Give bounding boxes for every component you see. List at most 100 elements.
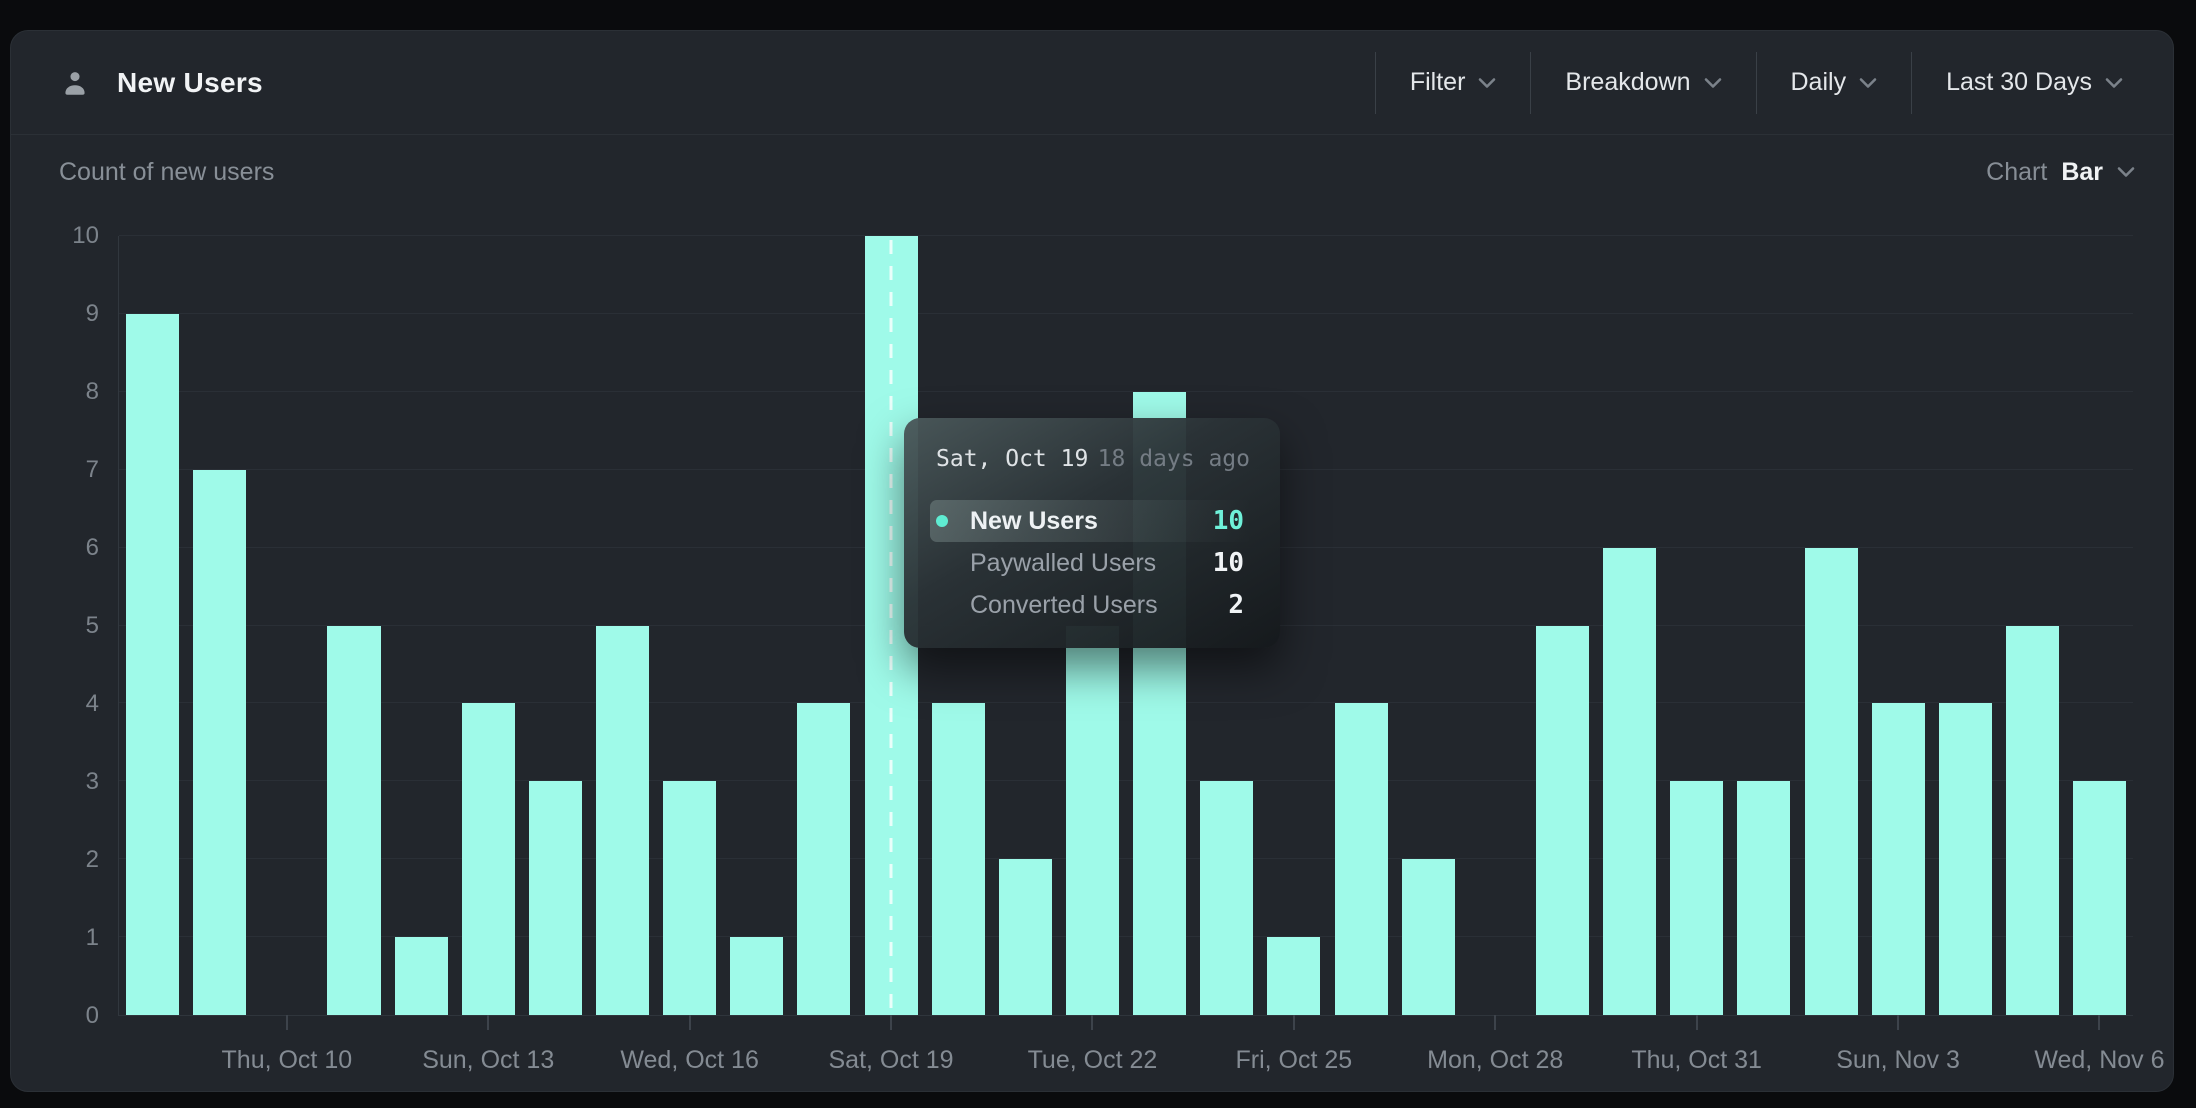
x-tick-mark xyxy=(1091,1015,1093,1030)
y-tick-label: 10 xyxy=(72,222,99,250)
x-tick-mark xyxy=(487,1015,489,1030)
bar-slot xyxy=(1865,236,1932,1015)
x-tick-mark xyxy=(1696,1015,1698,1030)
bar-slot xyxy=(1596,236,1663,1015)
bar-slot xyxy=(1663,236,1730,1015)
bar-oct-29[interactable] xyxy=(1536,626,1589,1016)
bar-nov-4[interactable] xyxy=(1939,703,1992,1015)
y-tick-label: 6 xyxy=(86,534,99,562)
bar-slot xyxy=(2066,236,2133,1015)
x-tick-mark xyxy=(286,1015,288,1030)
bar-slot xyxy=(1932,236,1999,1015)
bar-oct-31[interactable] xyxy=(1670,781,1723,1015)
x-tick-label: Sat, Oct 19 xyxy=(829,1046,954,1075)
granularity-dropdown[interactable]: Daily xyxy=(1757,31,1912,134)
tooltip-row-new-users: New Users 10 xyxy=(930,500,1252,542)
bar-oct-16[interactable] xyxy=(663,781,716,1015)
bar-slot xyxy=(1328,236,1395,1015)
chevron-down-icon xyxy=(1478,77,1496,89)
x-tick-label: Mon, Oct 28 xyxy=(1427,1046,1563,1075)
new-users-widget: New Users Filter Breakdown Daily Last 30… xyxy=(10,30,2174,1092)
chevron-down-icon xyxy=(2105,77,2123,89)
bar-slot xyxy=(320,236,387,1015)
y-tick-label: 9 xyxy=(86,300,99,328)
bar-oct-24[interactable] xyxy=(1200,781,1253,1015)
y-tick-label: 4 xyxy=(86,690,99,718)
bar-slot xyxy=(455,236,522,1015)
bar-oct-11[interactable] xyxy=(327,626,380,1016)
bar-oct-17[interactable] xyxy=(730,937,783,1015)
x-tick-label: Sun, Oct 13 xyxy=(422,1046,554,1075)
y-tick-label: 7 xyxy=(86,456,99,484)
chart-type-dropdown[interactable]: Chart Bar xyxy=(1976,158,2145,187)
date-range-dropdown[interactable]: Last 30 Days xyxy=(1912,31,2133,134)
x-tick-mark xyxy=(1897,1015,1899,1030)
user-icon xyxy=(59,67,91,99)
bar-oct-8[interactable] xyxy=(126,314,179,1015)
header-controls: Filter Breakdown Daily Last 30 Days xyxy=(1375,31,2133,134)
y-tick-label: 8 xyxy=(86,378,99,406)
y-tick-label: 5 xyxy=(86,612,99,640)
bar-oct-27[interactable] xyxy=(1402,859,1455,1015)
metric-label: Count of new users xyxy=(59,158,274,187)
bar-slot xyxy=(1529,236,1596,1015)
bar-oct-18[interactable] xyxy=(797,703,850,1015)
bar-oct-22[interactable] xyxy=(1066,626,1119,1016)
bar-nov-5[interactable] xyxy=(2006,626,2059,1016)
chevron-down-icon xyxy=(2117,166,2135,178)
bar-slot xyxy=(1730,236,1797,1015)
bar-slot xyxy=(589,236,656,1015)
x-tick-mark xyxy=(2098,1015,2100,1030)
bar-slot xyxy=(522,236,589,1015)
filter-dropdown[interactable]: Filter xyxy=(1376,31,1531,134)
widget-title: New Users xyxy=(117,67,263,99)
bar-nov-2[interactable] xyxy=(1805,548,1858,1015)
bar-oct-14[interactable] xyxy=(529,781,582,1015)
bar-slot xyxy=(1798,236,1865,1015)
bar-oct-26[interactable] xyxy=(1335,703,1388,1015)
x-tick-mark xyxy=(1494,1015,1496,1030)
bar-oct-15[interactable] xyxy=(596,626,649,1016)
bar-slot xyxy=(1462,236,1529,1015)
chevron-down-icon xyxy=(1859,77,1877,89)
breakdown-dropdown[interactable]: Breakdown xyxy=(1531,31,1755,134)
x-tick-mark xyxy=(689,1015,691,1030)
bar-oct-13[interactable] xyxy=(462,703,515,1015)
bar-nov-3[interactable] xyxy=(1872,703,1925,1015)
bar-nov-6[interactable] xyxy=(2073,781,2126,1015)
bar-oct-21[interactable] xyxy=(999,859,1052,1015)
hover-dashed-line xyxy=(890,240,893,1015)
series-dot-icon xyxy=(936,515,948,527)
x-tick-mark xyxy=(890,1015,892,1030)
bar-oct-20[interactable] xyxy=(932,703,985,1015)
bar-slot xyxy=(723,236,790,1015)
bar-oct-9[interactable] xyxy=(193,470,246,1015)
x-tick-label: Fri, Oct 25 xyxy=(1235,1046,1352,1075)
tooltip-row-paywalled-users: Paywalled Users 10 xyxy=(930,542,1252,584)
bar-slot xyxy=(119,236,186,1015)
bar-slot xyxy=(388,236,455,1015)
bar-oct-30[interactable] xyxy=(1603,548,1656,1015)
x-tick-mark xyxy=(1293,1015,1295,1030)
bar-oct-25[interactable] xyxy=(1267,937,1320,1015)
bar-slot xyxy=(253,236,320,1015)
bar-slot xyxy=(1395,236,1462,1015)
x-tick-label: Sun, Nov 3 xyxy=(1836,1046,1960,1075)
chevron-down-icon xyxy=(1704,77,1722,89)
bar-oct-12[interactable] xyxy=(395,937,448,1015)
y-tick-label: 2 xyxy=(86,846,99,874)
x-tick-label: Wed, Nov 6 xyxy=(2034,1046,2164,1075)
bar-nov-1[interactable] xyxy=(1737,781,1790,1015)
y-tick-label: 3 xyxy=(86,768,99,796)
x-tick-label: Thu, Oct 10 xyxy=(222,1046,353,1075)
chart-subheader: Count of new users Chart Bar xyxy=(11,135,2173,209)
bar-slot xyxy=(656,236,723,1015)
widget-header: New Users Filter Breakdown Daily Last 30… xyxy=(11,31,2173,135)
chart-tooltip: Sat, Oct 19 18 days ago New Users 10 Pay… xyxy=(904,418,1280,648)
bar-slot xyxy=(1999,236,2066,1015)
bar-slot xyxy=(186,236,253,1015)
bar-slot xyxy=(790,236,857,1015)
tooltip-date: Sat, Oct 19 xyxy=(936,446,1088,472)
tooltip-row-converted-users: Converted Users 2 xyxy=(930,584,1252,626)
x-tick-label: Thu, Oct 31 xyxy=(1631,1046,1762,1075)
